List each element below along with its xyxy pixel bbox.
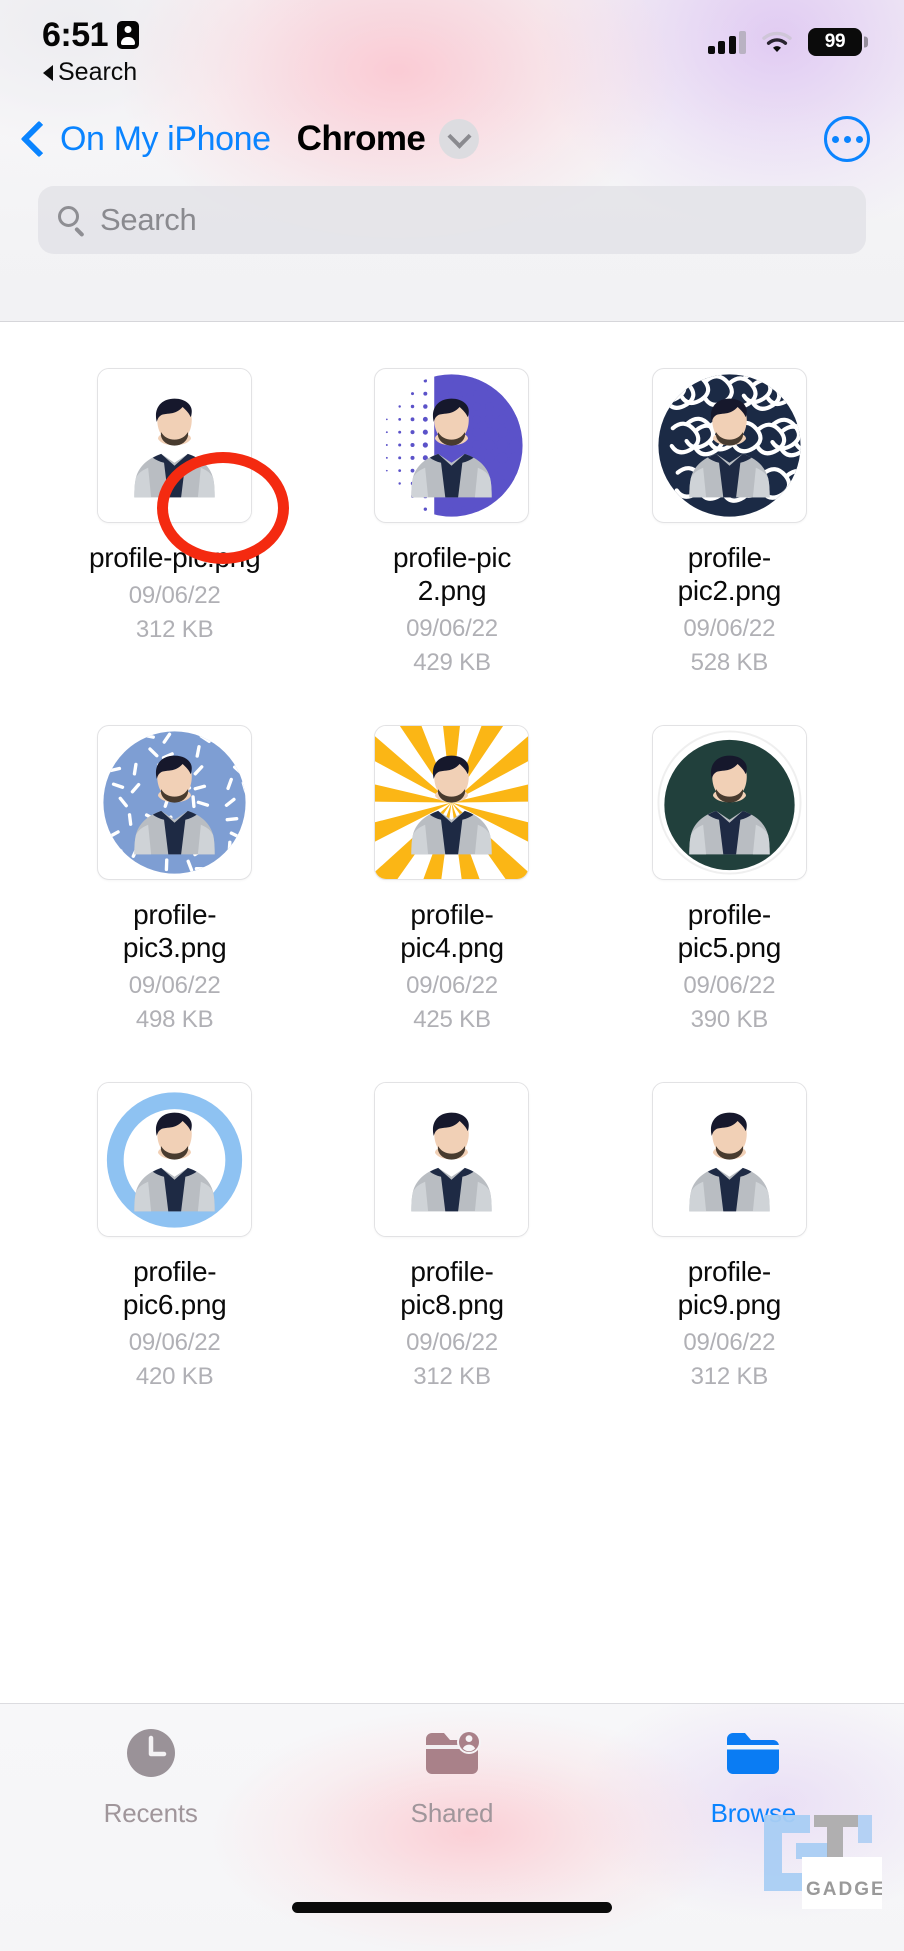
status-bar: 6:51 Search 99 [0,0,904,96]
chevron-left-icon [20,120,58,158]
file-size: 498 KB [135,1006,214,1034]
file-date: 09/06/22 [128,972,221,1000]
nav-back-button[interactable]: On My iPhone [20,119,271,159]
file-item[interactable]: profile- pic4.png 09/06/22 425 KB [313,725,590,1082]
ellipsis-circle-icon[interactable] [824,116,870,162]
chevron-down-icon[interactable] [439,119,480,159]
file-item[interactable]: profile- pic2.png 09/06/22 528 KB [591,368,868,725]
wifi-icon [762,31,792,54]
file-name: profile- pic5.png [677,899,782,964]
file-item[interactable]: profile- pic3.png 09/06/22 498 KB [36,725,313,1082]
file-date: 09/06/22 [683,1329,776,1357]
file-size: 528 KB [690,649,769,677]
file-thumbnail[interactable] [97,1082,253,1238]
status-bar-right: 99 [707,28,862,56]
back-to-search-label: Search [58,58,138,86]
files-app-screen: 6:51 Search 99 On My iPhone Chrome Searc… [0,0,904,1951]
nav-back-label: On My iPhone [60,119,271,158]
file-date: 09/06/22 [406,1329,498,1357]
tab-label: Recents [103,1798,198,1828]
file-date: 09/06/22 [683,972,776,1000]
nav-title-group[interactable]: Chrome [297,119,480,159]
file-name: profile- pic9.png [677,1256,782,1321]
cellular-signal-icon [707,30,746,54]
file-size: 312 KB [413,1363,491,1391]
file-size: 390 KB [690,1006,769,1034]
file-grid: profile-pic.png 09/06/22 312 KB profile-pi… [0,368,904,1439]
file-size: 420 KB [135,1363,214,1391]
file-name: profile- pic8.png [400,1256,504,1321]
file-date: 09/06/22 [128,582,221,610]
battery-level-label: 99 [824,31,846,52]
folder-icon [723,1722,783,1784]
file-date: 09/06/22 [683,615,776,643]
home-indicator [292,1902,612,1913]
navigation-bar: On My iPhone Chrome [0,96,904,182]
tab-label: Shared [410,1798,494,1828]
tab-browse[interactable]: Browse [603,1722,904,1872]
file-thumbnail[interactable] [374,725,530,881]
search-icon [58,206,86,237]
status-time-row: 6:51 [42,16,140,54]
file-date: 09/06/22 [406,972,498,1000]
page-title: Chrome [296,119,426,158]
status-time: 6:51 [42,16,109,54]
file-name: profile-pic.png [88,542,261,573]
file-thumbnail[interactable] [651,368,807,523]
file-item[interactable]: profile-pic.png 09/06/22 312 KB [36,368,313,725]
file-item[interactable]: profile- pic5.png 09/06/22 390 KB [591,725,868,1082]
file-size: 429 KB [413,649,491,677]
back-to-search-button[interactable]: Search [43,60,137,85]
contact-card-icon [117,21,140,49]
file-name: profile- pic2.png [677,542,782,607]
file-thumbnail[interactable] [374,1082,530,1238]
clock-icon [124,1722,178,1784]
tab-label: Browse [710,1798,797,1828]
tab-shared[interactable]: Shared [301,1722,602,1872]
file-date: 09/06/22 [406,615,498,643]
file-date: 09/06/22 [128,1329,221,1357]
file-name: profile-pic 2.png [392,542,512,607]
search-input[interactable]: Search [38,186,866,254]
top-chrome: 6:51 Search 99 On My iPhone Chrome Searc… [0,0,904,322]
file-name: profile- pic4.png [400,899,504,964]
file-name: profile- pic6.png [122,1256,227,1321]
file-thumbnail[interactable] [651,1082,807,1238]
file-size: 312 KB [690,1363,769,1391]
file-size: 425 KB [413,1006,491,1034]
tab-list: Recents Shared Browse [0,1704,904,1872]
file-item[interactable]: profile- pic8.png 09/06/22 312 KB [313,1082,590,1439]
folder-person-icon [422,1722,482,1784]
tab-bar: Recents Shared Browse [0,1703,904,1951]
search-placeholder: Search [100,202,197,237]
file-thumbnail[interactable] [651,725,807,881]
battery-indicator: 99 [808,28,862,56]
status-bar-left: 6:51 Search [42,16,140,85]
file-thumbnail[interactable] [97,725,253,881]
file-name: profile- pic3.png [122,899,227,964]
triangle-left-icon [43,64,53,81]
tab-recents[interactable]: Recents [0,1722,301,1872]
search-bar-container: Search [0,182,904,254]
file-thumbnail[interactable] [374,368,530,523]
file-item[interactable]: profile- pic6.png 09/06/22 420 KB [36,1082,313,1439]
file-item[interactable]: profile- pic9.png 09/06/22 312 KB [591,1082,868,1439]
file-size: 312 KB [135,616,214,644]
file-item[interactable]: profile-pic 2.png 09/06/22 429 KB [313,368,590,725]
file-thumbnail[interactable] [97,368,253,523]
